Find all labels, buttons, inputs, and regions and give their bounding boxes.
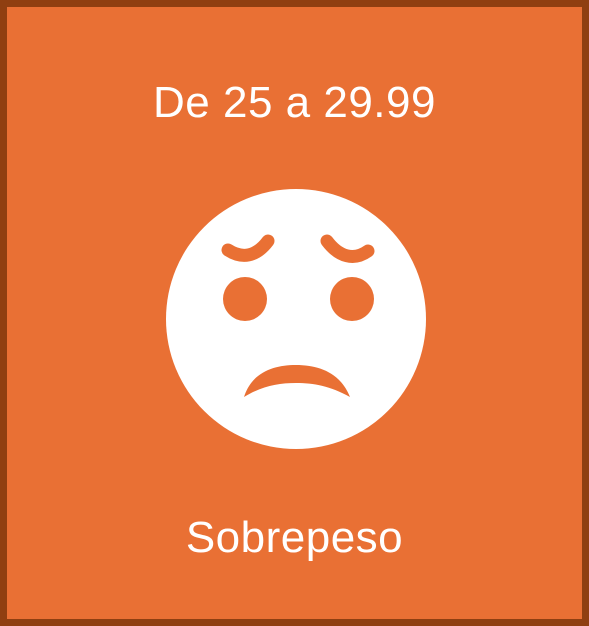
left-eye	[223, 277, 267, 321]
bmi-range-text: De 25 a 29.99	[153, 78, 436, 127]
worried-face-icon	[164, 189, 428, 453]
right-eye	[330, 277, 374, 321]
bmi-category-card: De 25 a 29.99 Sobrepeso	[0, 0, 589, 626]
face-circle	[166, 189, 426, 449]
bmi-category-label: Sobrepeso	[185, 513, 404, 562]
